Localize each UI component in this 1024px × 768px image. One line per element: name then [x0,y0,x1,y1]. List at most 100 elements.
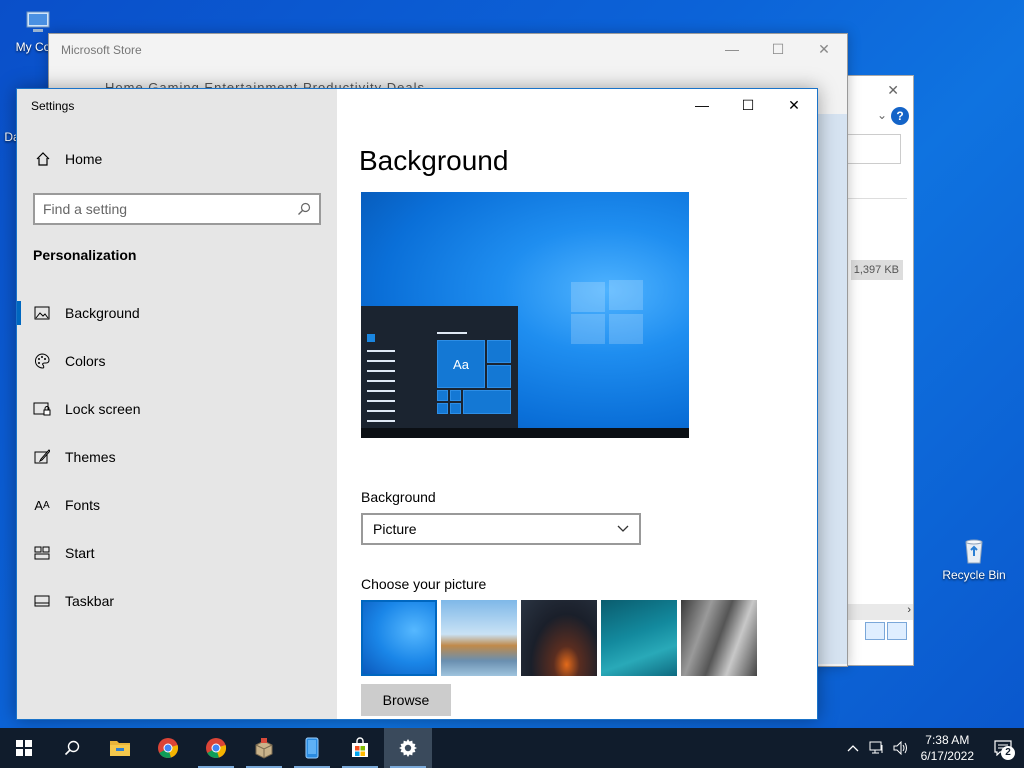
chevron-right-icon[interactable]: › [907,604,911,616]
action-center-button[interactable]: 2 [982,728,1024,768]
chevron-up-icon [847,745,859,752]
close-icon[interactable]: ✕ [801,34,847,66]
preview-tile-label: Aa [437,340,485,388]
search-box[interactable] [33,193,321,225]
package-icon [255,738,273,759]
close-icon[interactable]: ✕ [887,82,899,99]
lock-screen-icon [33,400,51,418]
recycle-bin-icon [965,539,983,564]
search-button[interactable] [48,728,96,768]
brush-icon [33,448,51,466]
palette-icon [33,352,51,370]
show-hidden-icons[interactable] [841,728,865,768]
start-button[interactable] [0,728,48,768]
maximize-icon[interactable]: ☐ [725,89,771,121]
taskbar-package-app[interactable] [240,728,288,768]
chrome-icon [158,738,179,758]
browse-button[interactable]: Browse [361,684,451,716]
taskbar-chrome[interactable] [144,728,192,768]
close-icon[interactable]: ✕ [771,89,817,121]
volume-tray-item[interactable] [889,728,913,768]
minimize-icon[interactable]: — [709,34,755,66]
nav-item-fonts[interactable]: AA Fonts [17,481,337,529]
address-bar[interactable] [845,134,901,164]
clock-time: 7:38 AM [925,733,970,747]
picture-thumbnail-beach[interactable] [441,600,517,676]
home-label: Home [65,151,103,167]
desktop-icon-label: Recycle Bin [942,568,1006,582]
nav-item-taskbar[interactable]: Taskbar [17,577,337,625]
picture-icon [33,304,51,322]
windows-logo-icon [571,280,645,344]
help-icon[interactable]: ? [891,107,909,125]
nav-item-label: Themes [65,449,116,465]
preview-tiles: Aa [437,340,513,424]
clock[interactable]: 7:38 AM 6/17/2022 [913,732,982,764]
home-nav-item[interactable]: Home [35,151,102,167]
page-title: Background [359,145,509,176]
personalization-nav: Background Colors Lock screen Themes A A… [17,289,337,625]
taskbar-chrome-running[interactable] [192,728,240,768]
view-buttons [865,622,911,644]
window-controls: — ☐ ✕ [679,89,817,121]
minimize-icon[interactable]: — [679,89,725,121]
nav-item-colors[interactable]: Colors [17,337,337,385]
settings-window[interactable]: Settings Home Personalization Background [16,88,818,720]
window-title: Microsoft Store [61,43,142,57]
taskbar-microsoft-store[interactable] [336,728,384,768]
font-icon: AA [34,497,50,513]
picture-thumbnail-underwater[interactable] [601,600,677,676]
notification-count-badge: 2 [1001,746,1015,760]
nav-item-lock-screen[interactable]: Lock screen [17,385,337,433]
maximize-icon[interactable]: ☐ [755,34,801,66]
nav-item-themes[interactable]: Themes [17,433,337,481]
section-title: Personalization [33,247,137,263]
windows-logo-icon [16,740,32,756]
picture-thumbnail-night-sky[interactable] [521,600,597,676]
taskbar-phone-app[interactable] [288,728,336,768]
microsoft-store-icon [352,737,368,757]
chevron-down-icon [617,525,629,532]
taskbar: 7:38 AM 6/17/2022 2 [0,728,1024,768]
large-icons-view-icon[interactable] [887,622,907,640]
clock-date: 6/17/2022 [920,749,974,763]
nav-item-background[interactable]: Background [17,289,337,337]
network-tray-item[interactable] [865,728,889,768]
window-title: Settings [31,99,75,113]
picture-thumbnail-windows[interactable] [361,600,437,676]
taskbar-settings[interactable] [384,728,432,768]
desktop-icon-recycle-bin[interactable]: Recycle Bin [936,536,1012,582]
system-tray: 7:38 AM 6/17/2022 2 [841,728,1024,768]
settings-gear-icon [399,739,417,757]
network-icon [869,741,883,754]
search-input[interactable] [43,201,297,217]
search-icon[interactable] [297,202,311,216]
taskbar-file-explorer[interactable] [96,728,144,768]
search-icon [64,740,80,756]
taskbar-icon [33,592,51,610]
dropdown-value: Picture [373,521,417,537]
picture-thumbnail-rock[interactable] [681,600,757,676]
preview-taskbar [361,428,689,438]
details-view-icon[interactable] [865,622,885,640]
chrome-icon [206,738,227,758]
phone-app-icon [305,737,319,759]
nav-item-label: Taskbar [65,593,115,609]
chevron-down-icon[interactable]: ⌄ [877,108,887,122]
start-grid-icon [33,544,51,562]
window-controls: — ☐ ✕ [709,34,847,66]
speaker-icon [893,741,907,755]
settings-sidebar: Settings Home Personalization Background [17,89,337,719]
nav-item-label: Lock screen [65,401,141,417]
horizontal-scrollbar[interactable]: › [845,604,913,620]
home-icon [36,152,50,166]
nav-item-label: Background [65,305,140,321]
nav-item-label: Start [65,545,95,561]
nav-item-start[interactable]: Start [17,529,337,577]
background-preview: Aa [361,192,689,438]
background-type-dropdown[interactable]: Picture [361,513,641,545]
nav-item-label: Colors [65,353,106,369]
ribbon-strip [845,173,907,199]
choose-picture-label: Choose your picture [361,576,487,592]
nav-item-label: Fonts [65,497,101,513]
